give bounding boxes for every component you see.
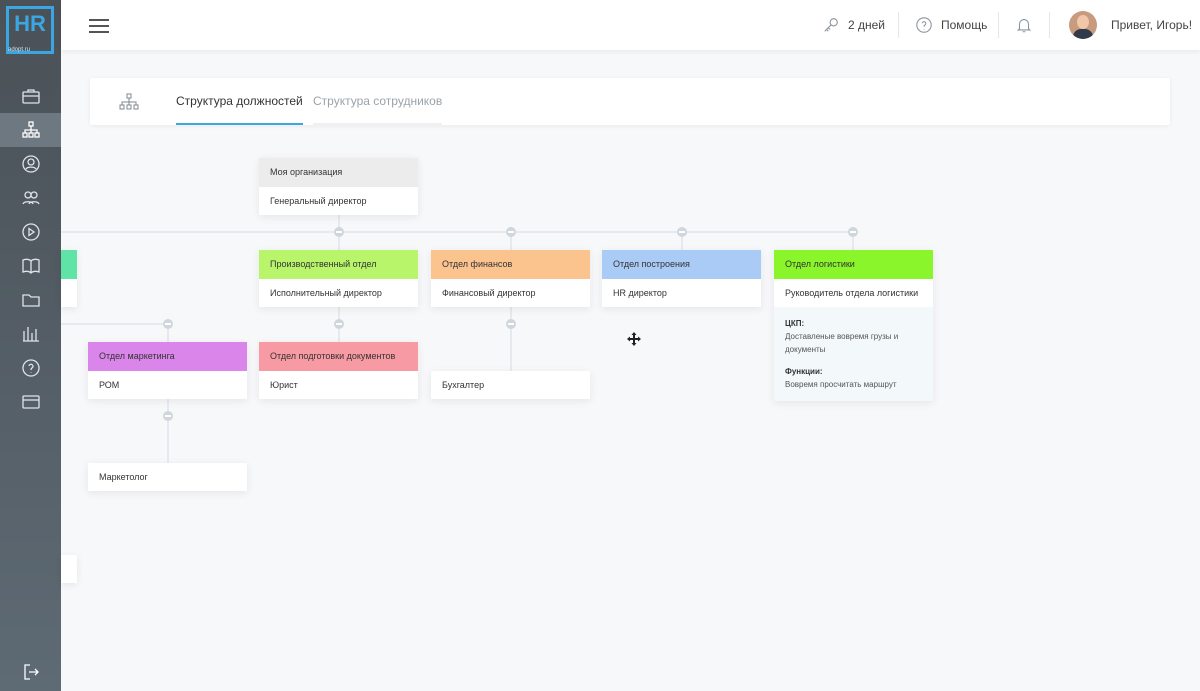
help-icon (21, 359, 40, 377)
user-menu[interactable]: Привет, Игорь! (1069, 0, 1192, 50)
topbar-divider (1049, 12, 1050, 38)
org-node-partial[interactable] (61, 555, 77, 583)
sidebar-item-knowledge[interactable] (0, 249, 61, 283)
sidebar-item-help[interactable] (0, 351, 61, 385)
bell-icon (1016, 19, 1032, 33)
topbar: 2 дней Помощь Привет, Игорь! (61, 0, 1200, 50)
org-node-head: Отдел построения (602, 250, 761, 279)
hamburger-line (89, 25, 109, 27)
sidebar-item-structure[interactable] (0, 113, 61, 147)
collapse-toggle[interactable] (334, 227, 344, 237)
org-node-head: Отдел финансов (431, 250, 590, 279)
avatar (1069, 11, 1097, 39)
greeting: Привет, Игорь! (1111, 18, 1193, 32)
org-node-partial-head (61, 250, 77, 279)
help-button[interactable]: Помощь (915, 0, 987, 50)
org-node-department[interactable]: Отдел построения HR директор (602, 250, 761, 307)
org-node-head: Отдел подготовки документов (259, 342, 418, 371)
move-cursor-icon (627, 332, 641, 346)
org-node-head: Моя организация (259, 158, 418, 187)
menu-toggle-button[interactable] (89, 15, 111, 35)
functions-label: Функции: (785, 367, 823, 376)
topbar-divider (898, 12, 899, 38)
users-icon (21, 191, 40, 205)
collapse-toggle[interactable] (848, 227, 858, 237)
collapse-toggle[interactable] (163, 411, 173, 421)
org-structure-icon (21, 121, 40, 138)
sidebar-item-video[interactable] (0, 215, 61, 249)
org-node-position: Генеральный директор (270, 196, 367, 206)
org-node-department[interactable]: Отдел подготовки документов Юрист (259, 342, 418, 399)
org-node-department[interactable]: Отдел маркетинга РОМ (88, 342, 247, 399)
sidebar-item-files[interactable] (0, 283, 61, 317)
sidebar-item-billing[interactable] (0, 385, 61, 419)
sidebar-item-reports[interactable] (0, 317, 61, 351)
org-node-head: Отдел логистики (774, 250, 933, 279)
org-node-root[interactable]: Моя организация Генеральный директор (259, 158, 418, 215)
help-label: Помощь (941, 18, 988, 32)
briefcase-icon (21, 89, 40, 104)
functions-text: Вовремя просчитать маршрут (785, 380, 897, 389)
org-node-partial-body (61, 279, 77, 307)
card-icon (21, 395, 40, 409)
org-node-position: Руководитель отдела логистики (785, 288, 919, 298)
org-node-details: ЦКП: Доставленые вовремя грузы и докумен… (774, 307, 933, 401)
org-node-head: Производственный отдел (259, 250, 418, 279)
org-node-position: Исполнительный директор (270, 288, 382, 298)
sidebar-item-employees[interactable] (0, 181, 61, 215)
logo-text: HR (14, 11, 46, 36)
hamburger-line (89, 19, 109, 21)
help-icon (916, 17, 932, 33)
trial-days[interactable]: 2 дней (822, 0, 885, 50)
notifications-button[interactable] (1015, 0, 1033, 50)
key-icon (824, 18, 838, 32)
ckp-label: ЦКП: (785, 319, 805, 328)
collapse-toggle[interactable] (163, 319, 173, 329)
org-node-head: Отдел маркетинга (88, 342, 247, 371)
user-icon (21, 155, 40, 173)
logo-subtext: adopt.ru (8, 47, 31, 53)
chart-icon (22, 327, 39, 342)
play-icon (21, 223, 40, 241)
book-icon (21, 258, 40, 274)
org-node-position: HR директор (613, 288, 667, 298)
org-node-position: Бухгалтер (442, 380, 485, 390)
left-branch-connector (61, 323, 169, 342)
org-node-position: РОМ (99, 380, 120, 390)
org-node-position: Юрист (270, 380, 298, 390)
collapse-toggle[interactable] (506, 227, 516, 237)
structure-tabs: Структура должностей Структура сотрудник… (90, 78, 1170, 125)
org-node-department[interactable]: Производственный отдел Исполнительный ди… (259, 250, 418, 307)
sidebar: HR adopt.ru (0, 0, 61, 691)
org-connectors (61, 215, 854, 463)
org-structure-icon (119, 93, 139, 110)
ckp-text: Доставленые вовремя грузы и документы (785, 332, 899, 354)
collapse-toggle[interactable] (677, 227, 687, 237)
tab-employees-structure[interactable]: Структура сотрудников (313, 78, 443, 125)
logout-icon (23, 664, 39, 680)
org-node-department-expanded[interactable]: Отдел логистики Руководитель отдела логи… (774, 250, 933, 401)
trial-days-label: 2 дней (848, 18, 886, 32)
org-node-department[interactable]: Отдел финансов Финансовый директор (431, 250, 590, 307)
folder-icon (21, 294, 40, 307)
org-node-position: Маркетолог (99, 472, 148, 482)
collapse-toggle[interactable] (506, 319, 516, 329)
app-logo[interactable]: HR adopt.ru (6, 6, 54, 54)
collapse-toggle[interactable] (334, 319, 344, 329)
root-connector (61, 215, 854, 250)
org-node-partial[interactable] (61, 250, 77, 307)
tab-positions-structure[interactable]: Структура должностей (176, 78, 303, 125)
sidebar-item-profile[interactable] (0, 147, 61, 181)
org-node-position-only[interactable]: Маркетолог (88, 463, 247, 491)
sidebar-item-tasks[interactable] (0, 79, 61, 113)
org-node-position-only[interactable]: Бухгалтер (431, 371, 590, 399)
topbar-divider (998, 12, 999, 38)
hamburger-line (89, 31, 109, 33)
logout-button[interactable] (0, 655, 61, 689)
org-node-position: Финансовый директор (442, 288, 536, 298)
